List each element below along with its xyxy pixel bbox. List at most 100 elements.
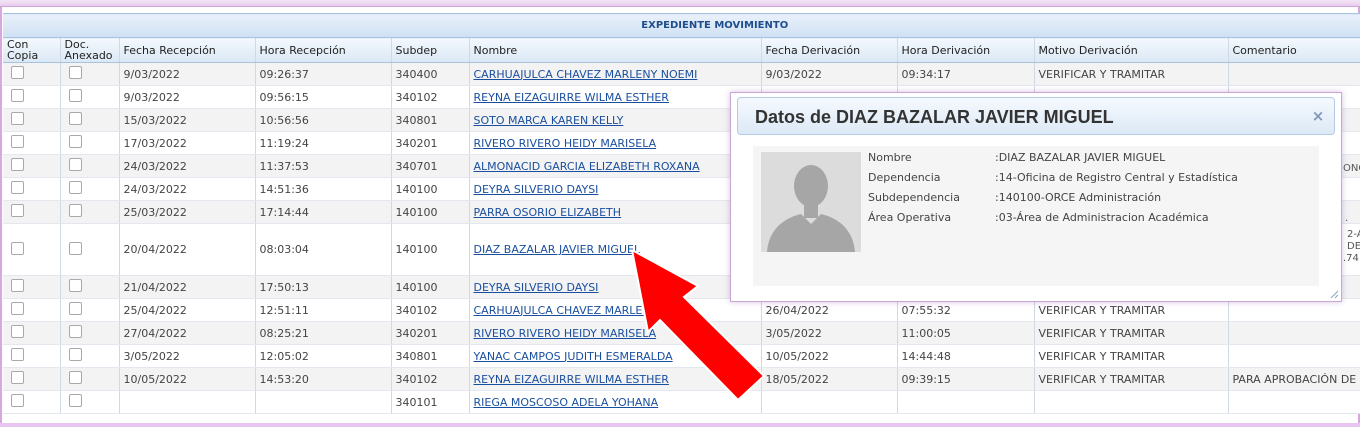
detail-row: Área Operativa :03-Área de Administracion… (868, 211, 1308, 231)
doc-anexado-cell (60, 177, 120, 201)
column-header-row: Con Copia Doc. Anexado Fecha Recepción Hor… (3, 37, 1360, 63)
doc-anexado-checkbox[interactable] (68, 371, 82, 384)
nombre-link[interactable]: DEYRA SILVERIO DAYSI (474, 281, 599, 294)
con-copia-checkbox[interactable] (11, 302, 24, 315)
doc-anexado-checkbox[interactable] (68, 204, 82, 217)
subdep-cell: 340101 (391, 390, 470, 414)
fecha-recepcion-cell: 10/05/2022 (119, 367, 256, 391)
detail-row: Subdependencia:140100-ORCE Administració… (868, 191, 1308, 211)
comment-fragment: DE (1347, 241, 1360, 252)
nombre-link[interactable]: PARRA OSORIO ELIZABETH (474, 206, 622, 219)
con-copia-checkbox[interactable] (11, 181, 24, 194)
comentario-cell (1228, 344, 1360, 368)
detail-label: Dependencia (868, 171, 941, 184)
dialog-titlebar[interactable]: Datos de DIAZ BAZALAR JAVIER MIGUEL × (737, 97, 1335, 135)
doc-anexado-checkbox[interactable] (68, 158, 82, 171)
doc-anexado-cell (60, 108, 120, 132)
doc-anexado-checkbox[interactable] (68, 302, 82, 315)
hora-recepcion-cell: 14:53:20 (255, 367, 392, 391)
col-doc-anexado[interactable]: Doc. Anexado (60, 37, 120, 63)
nombre-link[interactable]: DEYRA SILVERIO DAYSI (474, 183, 599, 196)
nombre-link[interactable]: RIVERO RIVERO HEIDY MARISELA (474, 327, 657, 340)
nombre-link[interactable]: SOTO MARCA KAREN KELLY (474, 114, 624, 127)
con-copia-cell (3, 62, 61, 86)
fecha-derivacion-cell (761, 390, 898, 414)
doc-anexado-checkbox[interactable] (68, 241, 82, 255)
con-copia-checkbox[interactable] (11, 112, 24, 125)
dialog-title: Datos de DIAZ BAZALAR JAVIER MIGUEL (755, 107, 1114, 127)
con-copia-checkbox[interactable] (11, 66, 24, 79)
nombre-link[interactable]: ALMONACID GARCIA ELIZABETH ROXANA (474, 160, 700, 173)
subdep-cell: 340102 (391, 85, 470, 109)
fecha-recepcion-cell: 17/03/2022 (119, 131, 256, 155)
resize-grip-icon[interactable] (1329, 289, 1339, 299)
nombre-link[interactable]: REYNA EIZAGUIRRE WILMA ESTHER (474, 91, 669, 104)
doc-anexado-cell (60, 223, 120, 276)
doc-anexado-checkbox[interactable] (68, 348, 82, 361)
doc-anexado-checkbox[interactable] (68, 279, 82, 292)
doc-anexado-checkbox[interactable] (68, 112, 82, 125)
person-details-dialog[interactable]: Datos de DIAZ BAZALAR JAVIER MIGUEL × No… (730, 92, 1342, 302)
doc-anexado-cell (60, 62, 120, 86)
con-copia-cell (3, 177, 61, 201)
subdep-cell: 140100 (391, 177, 470, 201)
doc-anexado-checkbox[interactable] (68, 394, 82, 407)
con-copia-checkbox[interactable] (11, 348, 24, 361)
fecha-recepcion-cell: 9/03/2022 (119, 62, 256, 86)
fecha-recepcion-cell: 3/05/2022 (119, 344, 256, 368)
comment-fragment: . (1345, 213, 1349, 224)
con-copia-checkbox[interactable] (11, 279, 24, 292)
doc-anexado-cell (60, 344, 120, 368)
col-con-copia[interactable]: Con Copia (3, 37, 61, 63)
con-copia-checkbox[interactable] (11, 394, 24, 407)
nombre-link[interactable]: CARHUAJULCA CHAVEZ MARLENY NOEMI (474, 68, 698, 81)
col-nombre[interactable]: Nombre (469, 37, 762, 63)
con-copia-checkbox[interactable] (11, 89, 24, 102)
doc-anexado-cell (60, 321, 120, 345)
detail-value: :03-Área de Administracion Académica (995, 211, 1209, 224)
doc-anexado-checkbox[interactable] (68, 325, 82, 338)
con-copia-checkbox[interactable] (11, 371, 24, 384)
con-copia-checkbox[interactable] (11, 325, 24, 338)
comentario-cell (1228, 62, 1360, 86)
col-comentario[interactable]: Comentario (1228, 37, 1360, 63)
con-copia-checkbox[interactable] (11, 158, 24, 171)
nombre-cell: SOTO MARCA KAREN KELLY (469, 108, 762, 132)
doc-anexado-checkbox[interactable] (68, 89, 82, 102)
nombre-cell: PARRA OSORIO ELIZABETH (469, 200, 762, 224)
hora-recepcion-cell: 10:56:56 (255, 108, 392, 132)
con-copia-checkbox[interactable] (11, 135, 24, 148)
col-hora-recepcion[interactable]: Hora Recepción (255, 37, 392, 63)
motivo-derivacion-cell: VERIFICAR Y TRAMITAR (1034, 367, 1229, 391)
comment-fragment: ONC (1343, 163, 1360, 174)
detail-row: Nombre:DIAZ BAZALAR JAVIER MIGUEL (868, 151, 1308, 171)
fecha-derivacion-cell: 18/05/2022 (761, 367, 898, 391)
top-bar (0, 0, 1360, 7)
col-motivo-derivacion[interactable]: Motivo Derivación (1034, 37, 1229, 63)
con-copia-cell (3, 367, 61, 391)
detail-label: Área Operativa (868, 211, 952, 224)
hora-recepcion-cell: 17:14:44 (255, 200, 392, 224)
col-subdep[interactable]: Subdep (391, 37, 470, 63)
table-row[interactable]: 9/03/2022 09:26:37 340400 CARHUAJULCA CHAVE… (3, 62, 1360, 86)
con-copia-checkbox[interactable] (11, 204, 24, 217)
fecha-recepcion-cell: 25/03/2022 (119, 200, 256, 224)
col-fecha-derivacion[interactable]: Fecha Derivación (761, 37, 898, 63)
nombre-cell: ALMONACID GARCIA ELIZABETH ROXANA (469, 154, 762, 178)
doc-anexado-checkbox[interactable] (68, 181, 82, 194)
nombre-link[interactable]: DIAZ BAZALAR JAVIER MIGUEL (474, 243, 641, 256)
con-copia-checkbox[interactable] (11, 241, 24, 255)
fecha-recepcion-cell: 9/03/2022 (119, 85, 256, 109)
fecha-recepcion-cell: 27/04/2022 (119, 321, 256, 345)
doc-anexado-cell (60, 390, 120, 414)
doc-anexado-cell (60, 154, 120, 178)
nombre-link[interactable]: RIVERO RIVERO HEIDY MARISELA (474, 137, 657, 150)
close-icon[interactable]: × (1310, 108, 1326, 124)
detail-label: Subdependencia (868, 191, 960, 204)
doc-anexado-checkbox[interactable] (68, 66, 82, 79)
doc-anexado-checkbox[interactable] (68, 135, 82, 148)
col-fecha-recepcion[interactable]: Fecha Recepción (119, 37, 256, 63)
group-header: EXPEDIENTE MOVIMIENTO (3, 13, 1360, 38)
col-hora-derivacion[interactable]: Hora Derivación (897, 37, 1035, 63)
hora-recepcion-cell: 09:26:37 (255, 62, 392, 86)
